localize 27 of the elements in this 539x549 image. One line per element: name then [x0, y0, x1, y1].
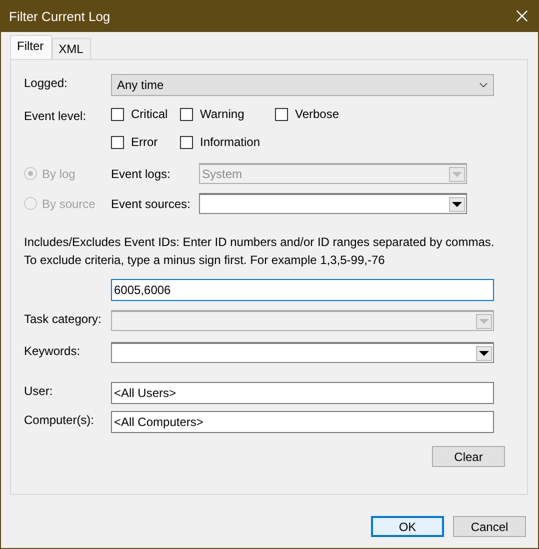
tab[interactable]: Filter — [10, 35, 52, 59]
ok-button[interactable]: OK — [371, 516, 444, 537]
field-label: Event sources: — [111, 196, 192, 210]
chevron-down-icon — [479, 82, 488, 88]
event-ids-field[interactable]: 6005,6006 — [111, 279, 494, 301]
field-label: Logged: — [24, 75, 68, 90]
level-checkbox[interactable]: Verbose — [275, 107, 344, 121]
cancel-button[interactable]: Cancel — [453, 516, 526, 537]
logged-dropdown[interactable]: Any time — [111, 74, 494, 96]
event-ids-description: Includes/Excludes Event IDs: Enter ID numbers and/or ID ranges separated by commas. To exclude criteria, type a minus sign first. For example 1,3,5-99,-76 — [24, 234, 496, 269]
level-checkbox[interactable]: Information — [180, 135, 275, 149]
field-label: Event level: — [24, 108, 88, 123]
close-icon[interactable] — [516, 10, 528, 22]
field-label: User: — [24, 383, 54, 398]
computers-field[interactable]: <All Computers> — [111, 411, 494, 433]
field-label: Keywords: — [24, 343, 82, 358]
field-label: Event logs: — [111, 166, 172, 180]
level-checkbox[interactable]: Critical — [111, 107, 180, 121]
level-checkbox[interactable]: Warning — [180, 107, 275, 121]
clear-button[interactable]: Clear — [432, 446, 505, 467]
window-title: Filter Current Log — [9, 8, 110, 24]
tab[interactable]: XML — [52, 38, 92, 59]
keywords-dropdown[interactable] — [111, 342, 494, 363]
field-label: Computer(s): — [24, 412, 96, 427]
level-checkbox[interactable]: Error — [111, 135, 180, 149]
user-field[interactable]: <All Users> — [111, 382, 494, 404]
field-label: Task category: — [24, 311, 102, 326]
